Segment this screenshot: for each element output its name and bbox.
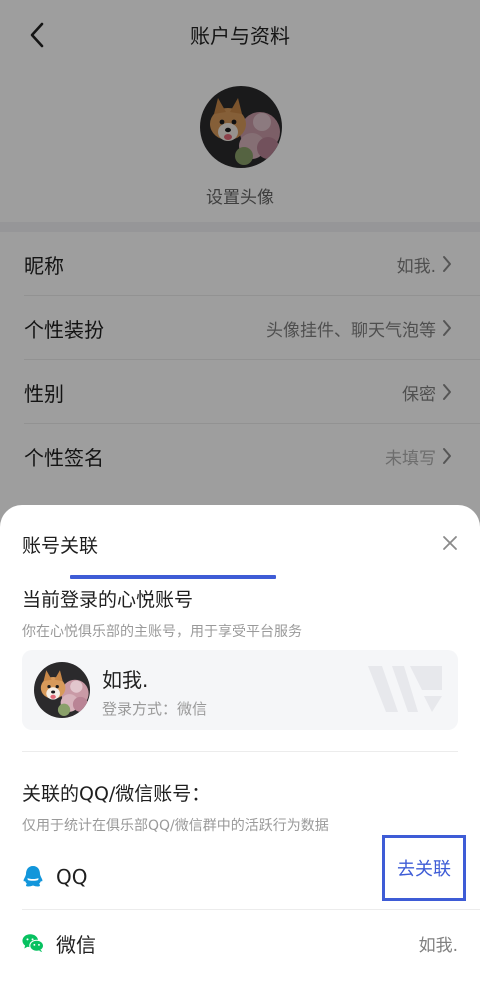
account-name: 如我. [102,668,149,692]
current-account-card: 如我. 登录方式：微信 [22,650,458,730]
current-account-title: 当前登录的心悦账号 [22,589,194,611]
qq-icon [22,866,44,888]
link-qq-button-label: 去关联 [397,859,451,880]
wechat-link-row[interactable]: 微信 如我. [0,913,480,973]
login-method: 登录方式：微信 [102,700,208,718]
current-account-subtitle: 你在心悦俱乐部的主账号，用于享受平台服务 [22,624,302,640]
vip-watermark-icon [368,666,442,712]
close-button[interactable] [440,533,460,553]
link-qq-button[interactable]: 去关联 [382,835,466,901]
wechat-linked-name: 如我. [418,935,458,956]
row-divider [22,909,480,910]
linked-accounts-subtitle: 仅用于统计在俱乐部QQ/微信群中的活跃行为数据 [22,818,329,834]
linked-accounts-title: 关联的QQ/微信账号： [22,783,211,805]
sheet-title: 账号关联 [22,535,99,557]
account-link-sheet: 账号关联 当前登录的心悦账号 你在心悦俱乐部的主账号，用于享受平台服务 如我. … [0,505,480,995]
section-divider [22,751,458,752]
wechat-label: 微信 [56,932,96,957]
avatar-image [34,662,90,718]
close-icon [443,536,457,550]
avatar [34,662,90,718]
highlight-underline [70,575,276,579]
wechat-icon [22,932,44,954]
